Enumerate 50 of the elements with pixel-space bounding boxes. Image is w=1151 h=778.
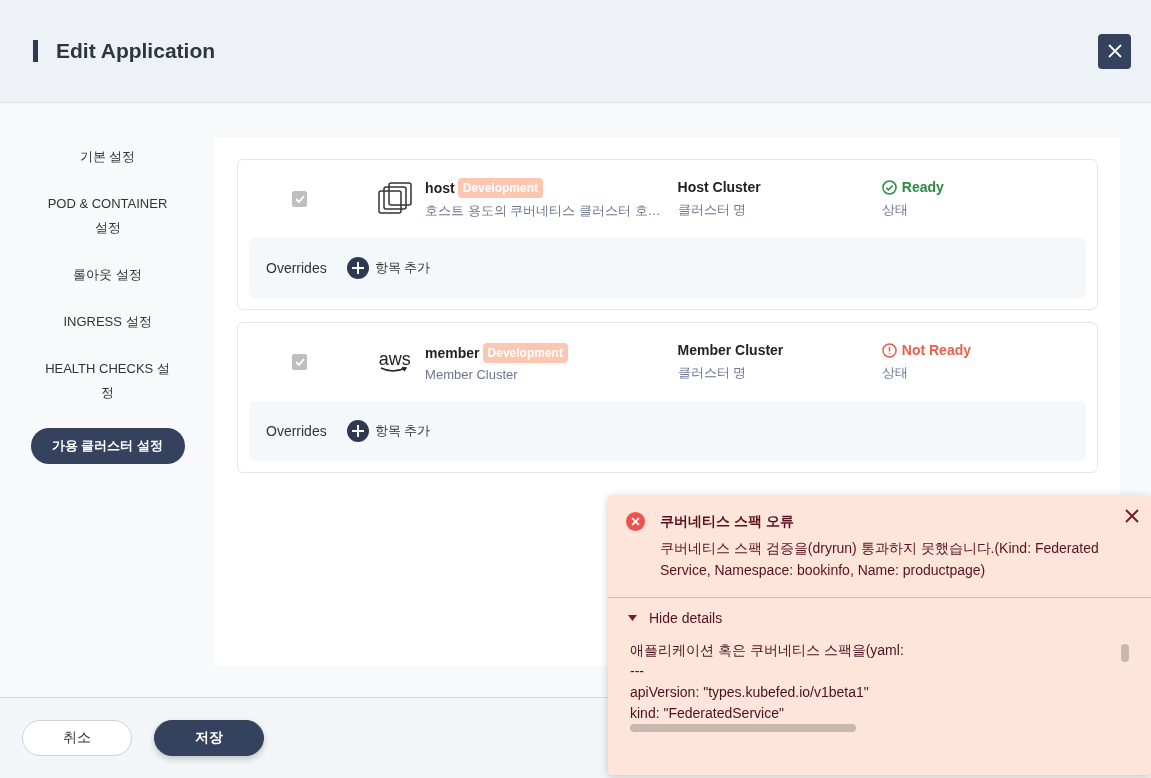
cluster-description: Member Cluster [425,366,519,382]
code-line: 애플리케이션 혹은 쿠버네티스 스팩을(yaml: [630,641,904,660]
alert-circle-icon [881,342,897,358]
sidebar-item[interactable]: 가용 클러스터 설정 [30,428,185,464]
error-message: 쿠버네티스 스팩 검증을(dryrun) 통과하지 못했습니다.(Kind: Federated Service, Namespace: bookinfo, Name: productpage) [660,539,1100,580]
scrollbar-thumb[interactable] [1121,644,1129,662]
save-button[interactable]: 저장 [154,720,264,756]
plus-circle-icon [346,420,369,442]
sidebar-item[interactable]: 기본 설정 [44,145,171,169]
stacked-windows-icon [377,182,412,216]
error-icon [626,512,645,531]
cancel-button[interactable]: 취소 [22,720,132,756]
aws-logo: aws [378,351,411,373]
details-toggle[interactable]: Hide details [608,598,743,634]
environment-tag: Development [482,342,568,363]
close-icon [1125,509,1139,523]
environment-tag: Development [457,178,543,198]
scrollbar-thumb[interactable] [630,724,856,732]
cluster-type: Host Cluster [677,179,762,195]
code-line: --- [630,662,644,681]
code-line: apiVersion: "types.kubefed.io/v1beta1" [630,683,869,702]
cluster-type: Member Cluster [677,342,785,358]
error-title: 쿠버네티스 스팩 오류 [660,512,795,531]
overrides-label: Overrides [266,260,327,276]
checkbox[interactable] [292,354,308,370]
cluster-description: 호스트 용도의 쿠버네티스 클러스터 호… [425,202,662,220]
type-caption: 클러스터 명 [677,201,748,219]
checkbox[interactable] [292,191,308,207]
status-label: Ready [881,179,1086,195]
close-icon [1107,44,1122,58]
type-caption: 클러스터 명 [677,364,748,382]
plus-circle-icon [346,257,369,279]
overrides-label: Overrides [266,423,327,439]
add-item-button[interactable]: 항목 추가 [346,420,431,442]
status-caption: 상태 [881,201,909,219]
add-item-button[interactable]: 항목 추가 [346,257,431,279]
status-caption: 상태 [881,364,909,382]
window-title: Edit Application [33,40,216,62]
sidebar-item[interactable]: HEALTH CHECKS 설정 [44,357,171,405]
sidebar-item[interactable]: INGRESS 설정 [44,310,171,334]
caret-icon [628,615,637,621]
check-circle-icon [881,179,897,195]
status-label: Not Ready [881,342,1086,358]
close-button[interactable] [1098,33,1131,69]
cluster-name: member [425,344,480,361]
cluster-name: host [425,180,455,196]
sidebar-item[interactable]: POD & CONTAINER 설정 [44,192,171,240]
sidebar-item[interactable]: 롤아웃 설정 [44,263,171,287]
close-button[interactable] [1125,509,1139,523]
code-line: kind: "FederatedService" [630,704,784,723]
